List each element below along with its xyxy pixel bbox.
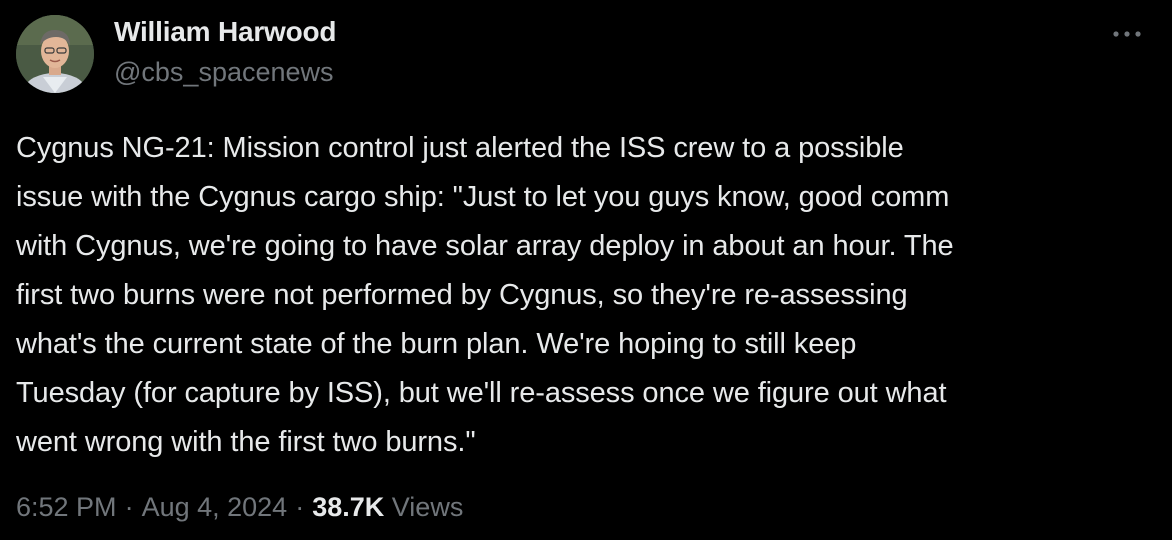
tweet-text-line: with Cygnus, we're going to have solar a… [16, 230, 954, 262]
views-count[interactable]: 38.7K [312, 492, 384, 522]
meta-separator: · [295, 492, 305, 522]
author-handle[interactable]: @cbs_spacenews [114, 57, 334, 88]
tweet-meta: 6:52 PM · Aug 4, 2024 · 38.7K Views [16, 492, 463, 523]
more-horizontal-icon[interactable] [1110, 22, 1144, 46]
tweet-text: Cygnus NG-21: Mission control just alert… [16, 124, 1156, 467]
author-display-name[interactable]: William Harwood [114, 16, 337, 48]
profile-photo-icon [16, 15, 94, 93]
tweet-text-line: issue with the Cygnus cargo ship: "Just … [16, 181, 950, 213]
tweet-text-line: first two burns were not performed by Cy… [16, 279, 908, 311]
tweet-text-line: went wrong with the first two burns." [16, 426, 476, 458]
tweet-text-line: Cygnus NG-21: Mission control just alert… [16, 132, 904, 164]
tweet-card: William Harwood @cbs_spacenews Cygnus NG… [0, 0, 1172, 540]
views-label: Views [391, 492, 464, 522]
tweet-date[interactable]: Aug 4, 2024 [142, 492, 288, 522]
meta-separator: · [124, 492, 134, 522]
avatar[interactable] [16, 15, 94, 93]
tweet-time[interactable]: 6:52 PM [16, 492, 117, 522]
tweet-text-line: Tuesday (for capture by ISS), but we'll … [16, 377, 947, 409]
tweet-text-line: what's the current state of the burn pla… [16, 328, 857, 360]
